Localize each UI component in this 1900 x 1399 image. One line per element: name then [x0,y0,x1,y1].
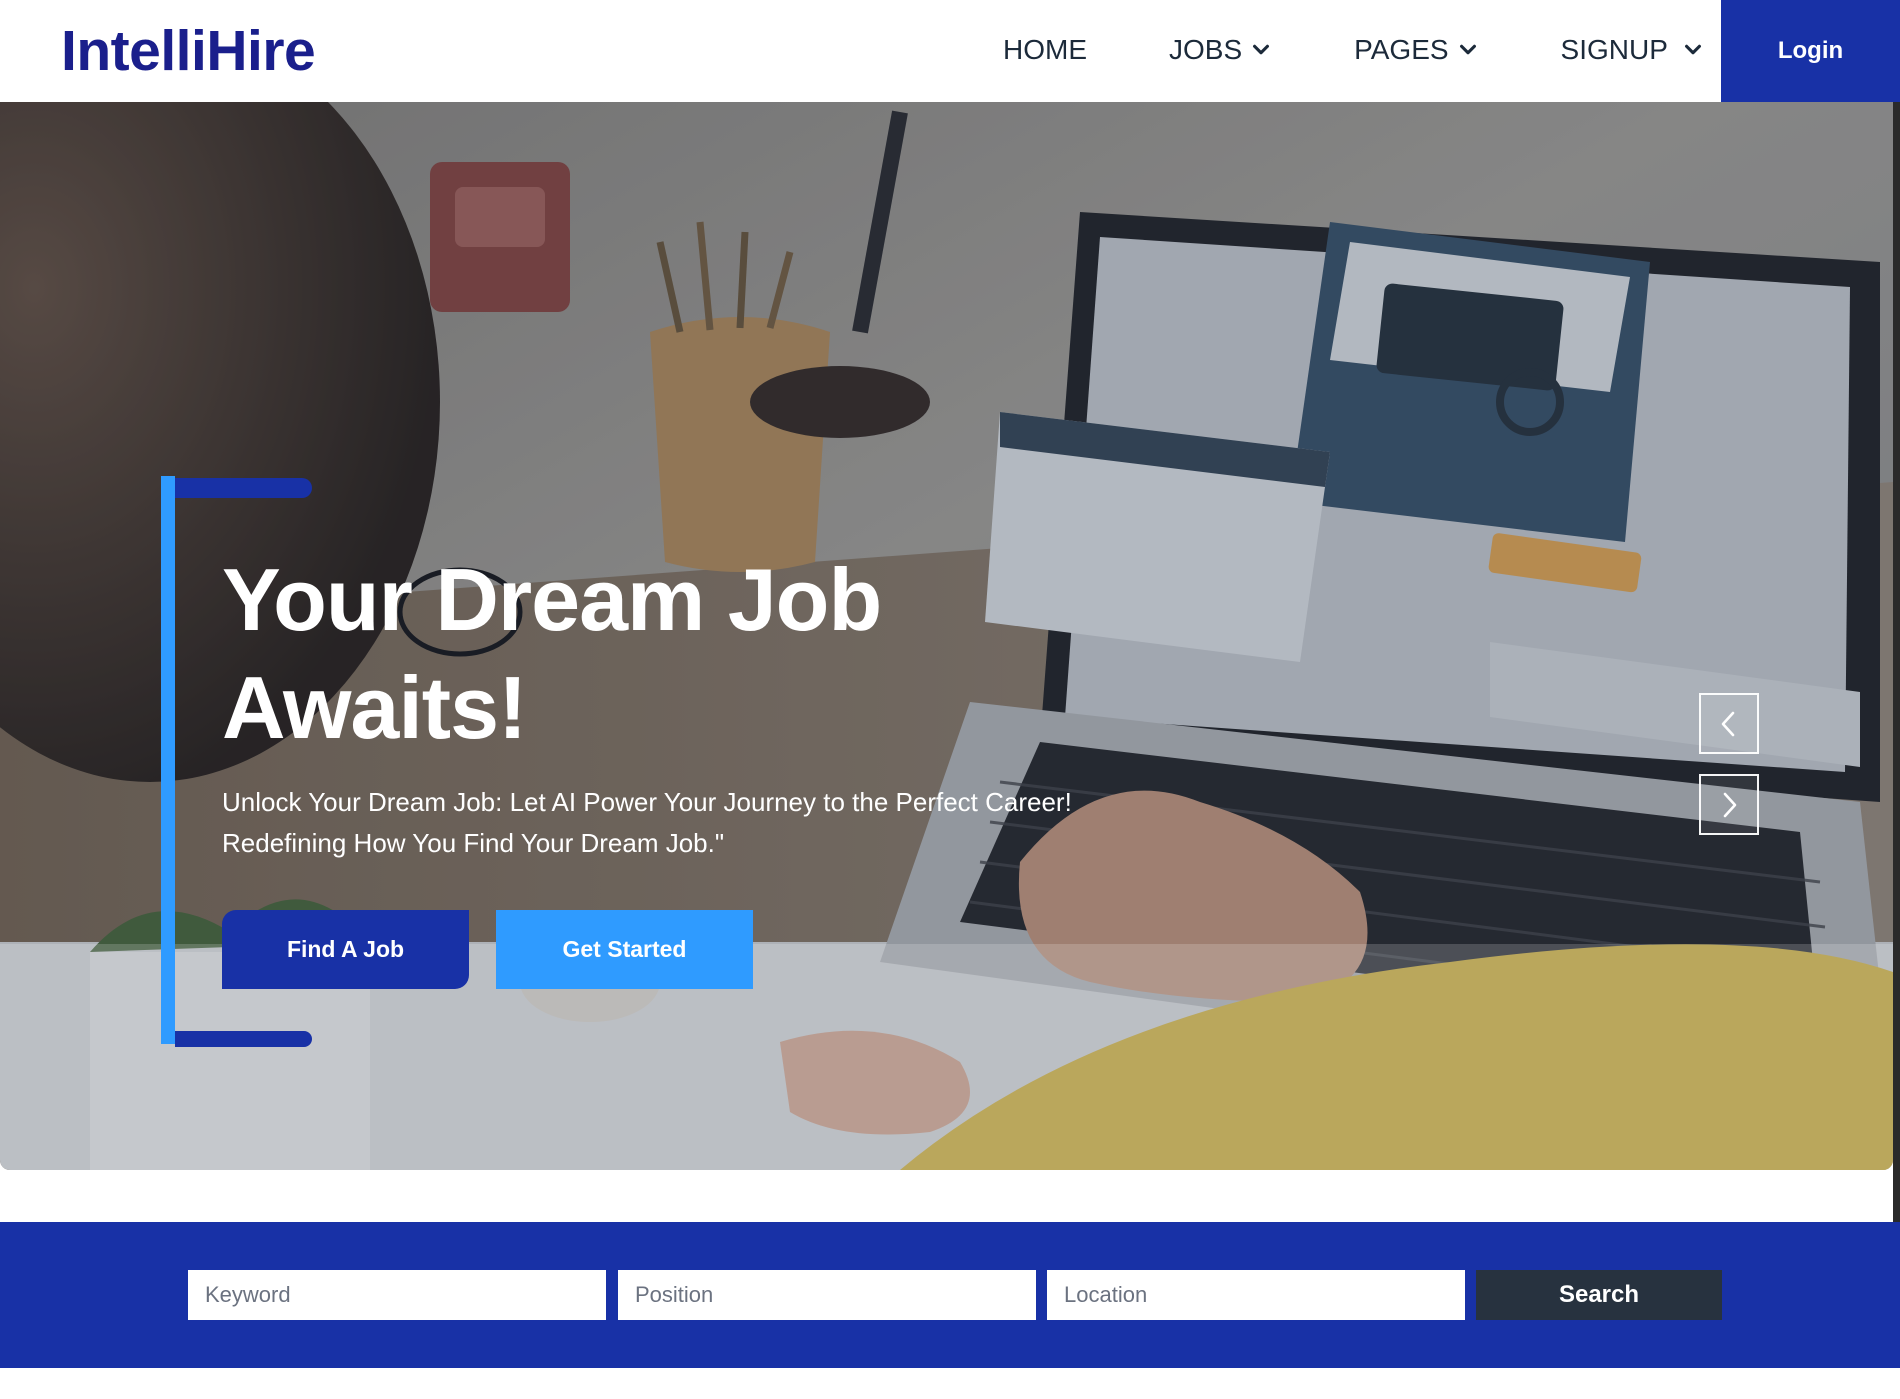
hero-subtitle-line2: Redefining How You Find Your Dream Job." [222,828,725,858]
brand-logo[interactable]: IntelliHire [61,18,316,84]
hero-subtitle: Unlock Your Dream Job: Let AI Power Your… [222,782,1142,864]
nav-item-label: HOME [1003,34,1087,65]
nav-item-label: PAGES [1354,34,1449,65]
position-input[interactable] [618,1270,1036,1320]
find-job-button[interactable]: Find A Job [222,910,469,989]
nav-item-label: JOBS [1169,34,1243,65]
chevron-down-icon [1253,44,1270,55]
hero-accent-bottom [175,1031,312,1047]
hero-title-line1: Your Dream Job [222,550,882,649]
hero-title: Your Dream Job Awaits! [222,546,982,762]
hero-title-line2: Awaits! [222,658,527,757]
keyword-input[interactable] [188,1270,606,1320]
search-button[interactable]: Search [1476,1270,1722,1320]
location-input[interactable] [1047,1270,1465,1320]
hero-accent-top [175,478,312,498]
get-started-button[interactable]: Get Started [496,910,753,989]
chevron-down-icon [1684,44,1701,55]
carousel-next-button[interactable] [1699,774,1759,835]
hero-carousel: Your Dream Job Awaits! Unlock Your Dream… [0,102,1893,1170]
chevron-down-icon [1459,44,1476,55]
job-search-bar: Search [0,1222,1900,1368]
hero-accent-bar [161,476,175,1044]
nav-item-pages[interactable]: PAGES [1354,34,1478,66]
hero-subtitle-line1: Unlock Your Dream Job: Let AI Power Your… [222,787,1072,817]
nav-item-jobs[interactable]: JOBS [1169,34,1272,66]
scrollbar-edge[interactable] [1893,102,1900,1222]
nav-item-label: SIGNUP [1560,34,1668,65]
chevron-left-icon [1721,711,1735,736]
top-navbar: IntelliHire HOME JOBS PAGES SIGNUP Login [0,0,1900,102]
main-nav: HOME JOBS PAGES SIGNUP [1003,28,1704,72]
nav-item-home[interactable]: HOME [1003,34,1087,66]
nav-item-signup[interactable]: SIGNUP [1561,34,1704,66]
login-button[interactable]: Login [1721,0,1900,102]
carousel-prev-button[interactable] [1699,693,1759,754]
chevron-right-icon [1723,792,1737,817]
